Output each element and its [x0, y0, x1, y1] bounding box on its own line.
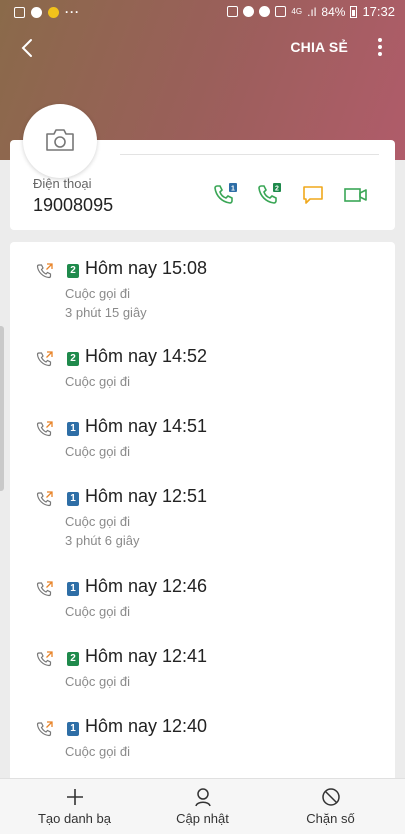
outgoing-call-icon [36, 351, 53, 367]
phone-sim1-icon: 1 [214, 183, 237, 204]
sim-badge: 2 [67, 652, 79, 666]
message-icon [303, 186, 323, 204]
emoji-notification-icon [48, 6, 59, 18]
outgoing-call-icon [36, 651, 53, 667]
call-duration: 3 phút 15 giây [65, 305, 147, 320]
alarm-icon [259, 6, 271, 17]
sim-badge: 2 [67, 264, 79, 278]
outgoing-call-icon [36, 581, 53, 597]
camera-icon [46, 129, 74, 151]
call-time: Hôm nay 14:52 [85, 346, 208, 366]
battery-percent: 84% [321, 4, 346, 19]
call-sim2-button[interactable]: 2 [257, 183, 283, 207]
sim-badge: 1 [67, 422, 79, 436]
video-call-icon [344, 188, 367, 202]
call-time: Hôm nay 12:40 [85, 716, 208, 736]
create-contact-button[interactable]: Tạo danh bạ [7, 779, 142, 834]
block-label: Chặn số [306, 811, 355, 826]
message-button[interactable] [301, 183, 327, 207]
update-label: Cập nhật [176, 811, 229, 826]
call-type: Cuộc gọi đi [65, 374, 131, 389]
block-number-button[interactable]: Chặn số [263, 779, 398, 834]
call-type: Cuộc gọi đi [65, 444, 131, 459]
outgoing-call-icon [36, 491, 53, 507]
vibrate-icon [275, 6, 287, 17]
call-type: Cuộc gọi đi [65, 286, 131, 301]
location-icon [243, 6, 255, 17]
call-time: Hôm nay 14:51 [85, 416, 208, 436]
call-log-entry[interactable]: 2 Hôm nay 15:08 Cuộc gọi đi 3 phút 15 giây [10, 258, 395, 332]
call-log-entry[interactable]: 2 Hôm nay 14:52 Cuộc gọi đi [10, 346, 395, 420]
sim-icon [227, 6, 239, 17]
call-type: Cuộc gọi đi [65, 604, 131, 619]
outgoing-call-icon [36, 263, 53, 279]
messenger-notification-icon [31, 6, 42, 18]
video-call-button[interactable] [343, 183, 369, 207]
person-icon [195, 788, 211, 807]
plus-icon [67, 789, 83, 805]
share-button[interactable]: CHIA SẺ [290, 39, 348, 55]
call-log-entry[interactable]: 1 Hôm nay 14:51 Cuộc gọi đi [10, 416, 395, 490]
call-log-entry[interactable]: 2 Hôm nay 12:41 Cuộc gọi đi [10, 646, 395, 720]
call-time: Hôm nay 12:46 [85, 576, 208, 596]
call-log-entry[interactable]: 1 Hôm nay 12:46 Cuộc gọi đi [10, 576, 395, 650]
outgoing-call-icon [36, 721, 53, 737]
status-bar: ··· 4G .ıl 84% 17:32 [0, 0, 405, 24]
call-sim1-button[interactable]: 1 [213, 183, 239, 207]
clock: 17:32 [362, 4, 395, 19]
sim-badge: 1 [67, 582, 79, 596]
contact-avatar[interactable] [23, 104, 97, 178]
call-type: Cuộc gọi đi [65, 744, 131, 759]
battery-icon [350, 5, 358, 18]
sim-badge: 1 [67, 492, 79, 506]
gallery-notification-icon [14, 6, 25, 18]
sim-badge: 1 [67, 722, 79, 736]
more-options-icon[interactable] [377, 38, 383, 58]
back-arrow-icon [21, 39, 32, 57]
edge-panel-handle[interactable] [0, 326, 4, 491]
call-time: Hôm nay 12:41 [85, 646, 208, 666]
call-type: Cuộc gọi đi [65, 514, 131, 529]
more-notifications-icon: ··· [65, 5, 80, 19]
svg-text:2: 2 [275, 186, 279, 193]
sim-badge: 2 [67, 352, 79, 366]
update-contact-button[interactable]: Cập nhật [135, 779, 270, 834]
call-duration: 3 phút 6 giây [65, 533, 140, 548]
phone-number[interactable]: 19008095 [33, 195, 113, 216]
outgoing-call-icon [36, 421, 53, 437]
phone-sim2-icon: 2 [258, 183, 281, 204]
call-log-list: 2 Hôm nay 15:08 Cuộc gọi đi 3 phút 15 giây 2… [10, 242, 395, 782]
create-contact-label: Tạo danh bạ [37, 811, 111, 826]
bottom-action-bar: Tạo danh bạ Cập nhật Chặn số [0, 778, 405, 834]
block-icon [322, 788, 340, 806]
phone-label: Điện thoại [33, 176, 92, 191]
call-time: Hôm nay 15:08 [85, 258, 208, 278]
call-log-entry[interactable]: 1 Hôm nay 12:51 Cuộc gọi đi 3 phút 6 giây [10, 486, 395, 560]
back-button[interactable] [14, 34, 42, 62]
call-time: Hôm nay 12:51 [85, 486, 208, 506]
svg-text:1: 1 [231, 186, 235, 193]
network-type: 4G [291, 7, 303, 16]
call-type: Cuộc gọi đi [65, 674, 131, 689]
call-log-entry[interactable]: 1 Hôm nay 12:40 Cuộc gọi đi [10, 716, 395, 782]
divider [120, 154, 379, 155]
signal-icon: .ıl [307, 4, 317, 19]
